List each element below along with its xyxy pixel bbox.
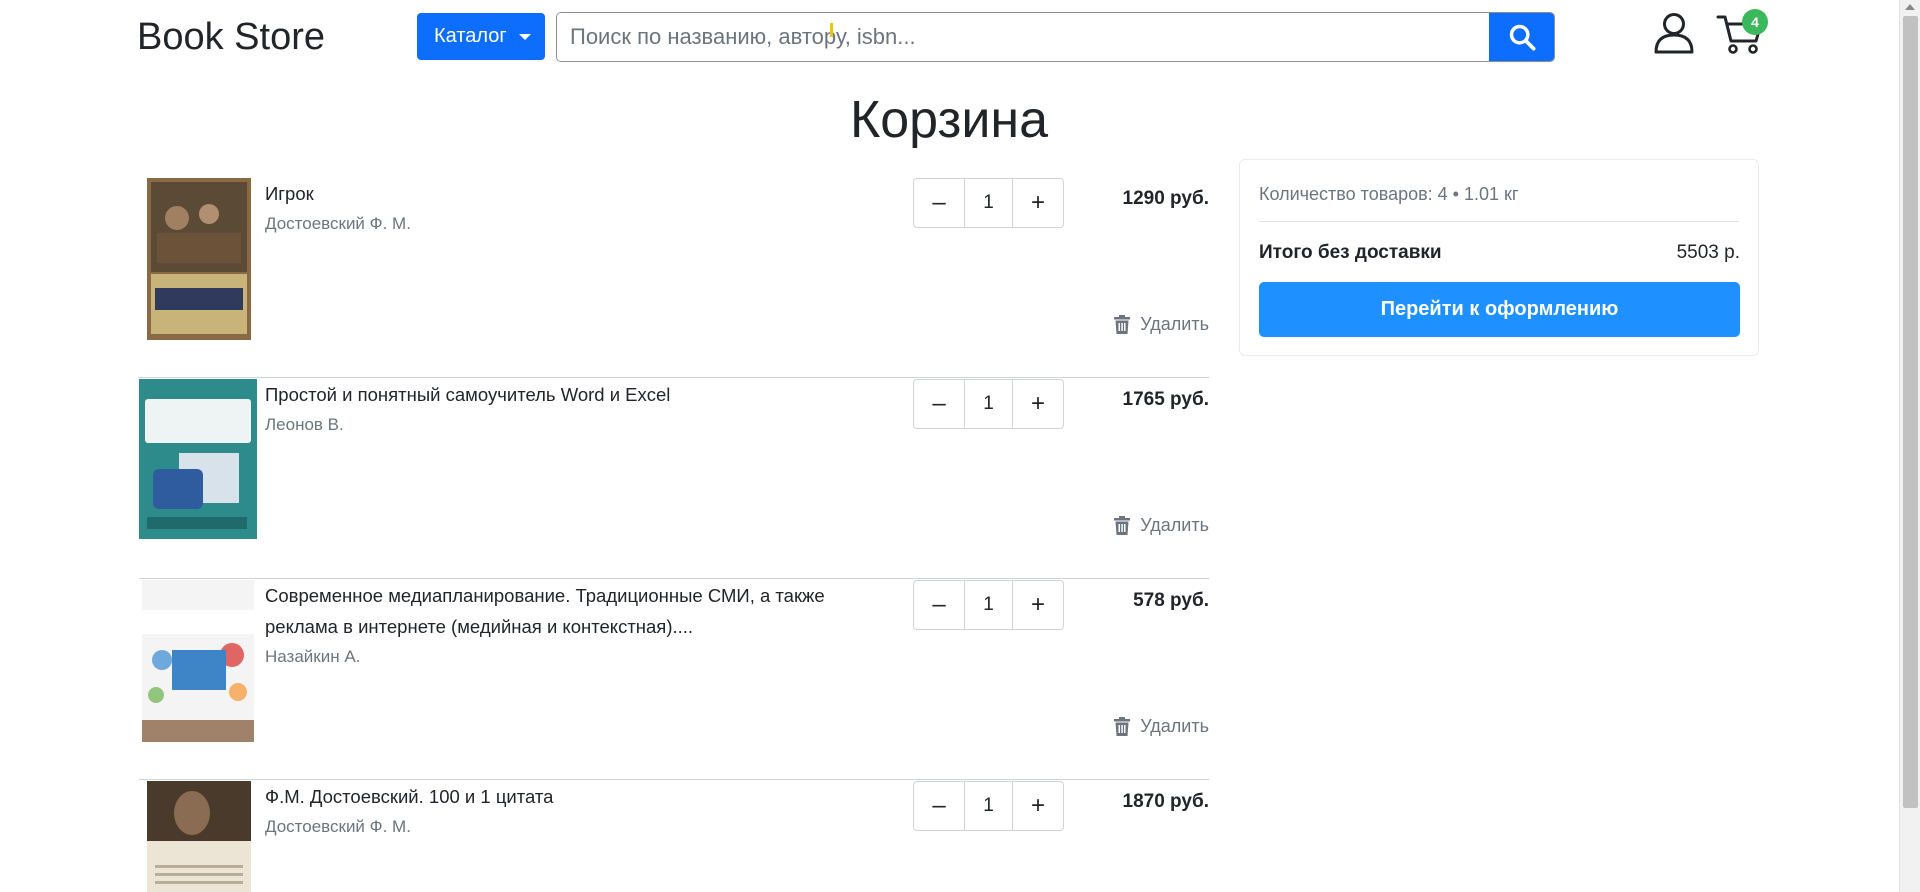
quantity-value[interactable]: 1 [964,782,1013,830]
search-button[interactable] [1489,13,1554,61]
order-summary: Количество товаров: 4 • 1.01 кг Итого бе… [1239,159,1759,356]
cart-item: Ф.М. Достоевский. 100 и 1 цитата Достоев… [139,781,1209,892]
decrease-button[interactable]: – [914,581,964,629]
decrease-button[interactable]: – [914,380,964,428]
store-logo[interactable]: Book Store [137,14,325,60]
page-title: Корзина [849,91,1049,149]
book-cover[interactable] [142,580,254,742]
divider [139,779,1209,780]
remove-button[interactable]: Удалить [1114,716,1209,737]
item-author[interactable]: Достоевский Ф. М. [265,817,411,837]
increase-button[interactable]: + [1013,179,1063,227]
book-cover[interactable] [147,178,251,340]
scroll-up-icon[interactable] [1905,4,1915,10]
quantity-value[interactable]: 1 [964,179,1013,227]
divider [139,377,1209,378]
quantity-stepper: – 1 + [913,580,1064,630]
item-price: 1870 руб. [1122,791,1209,812]
item-price: 578 руб. [1133,590,1209,611]
divider [139,578,1209,579]
decrease-button[interactable]: – [914,179,964,227]
checkout-button[interactable]: Перейти к оформлению [1259,282,1740,337]
search-bar [556,12,1555,62]
item-price: 1290 руб. [1122,188,1209,209]
increase-button[interactable]: + [1013,380,1063,428]
text-cursor [830,23,833,37]
quantity-value[interactable]: 1 [964,380,1013,428]
trash-icon [1114,717,1131,736]
search-icon [1509,24,1536,51]
book-cover[interactable] [147,781,251,892]
item-price: 1765 руб. [1122,389,1209,410]
user-icon[interactable] [1652,11,1696,55]
increase-button[interactable]: + [1013,782,1063,830]
quantity-stepper: – 1 + [913,379,1064,429]
book-cover[interactable] [139,379,257,539]
quantity-value[interactable]: 1 [964,581,1013,629]
remove-label: Удалить [1140,314,1209,334]
remove-button[interactable]: Удалить [1114,515,1209,536]
remove-button[interactable]: Удалить [1114,314,1209,335]
cart-count-badge: 4 [1742,9,1768,35]
cart-page: Book Store Каталог 4 Корзина [0,0,1920,892]
caret-down-icon [518,33,531,40]
item-title[interactable]: Игрок [265,178,825,209]
remove-label: Удалить [1140,515,1209,535]
total-label: Итого без доставки [1259,242,1442,263]
cart-item: Игрок Достоевский Ф. М. – 1 + 1290 руб. … [139,178,1209,378]
scrollbar[interactable] [1899,0,1920,892]
item-title[interactable]: Ф.М. Достоевский. 100 и 1 цитата [265,781,825,812]
cart-item: Простой и понятный самоучитель Word и Ex… [139,379,1209,579]
scroll-thumb[interactable] [1903,16,1918,808]
quantity-stepper: – 1 + [913,781,1064,831]
item-author[interactable]: Назайкин А. [265,647,360,667]
increase-button[interactable]: + [1013,581,1063,629]
remove-label: Удалить [1140,716,1209,736]
total-value: 5503 р. [1676,242,1740,263]
item-author[interactable]: Леонов В. [265,415,344,435]
item-title[interactable]: Современное медиапланирование. Традицион… [265,580,825,642]
decrease-button[interactable]: – [914,782,964,830]
item-author[interactable]: Достоевский Ф. М. [265,214,411,234]
catalog-label: Каталог [434,25,507,47]
quantity-stepper: – 1 + [913,178,1064,228]
search-input[interactable] [557,13,1489,61]
divider [1259,221,1739,222]
item-title[interactable]: Простой и понятный самоучитель Word и Ex… [265,379,825,410]
trash-icon [1114,315,1131,334]
catalog-dropdown-button[interactable]: Каталог [417,13,545,60]
cart-item: Современное медиапланирование. Традицион… [139,580,1209,780]
trash-icon [1114,516,1131,535]
items-count: Количество товаров: 4 • 1.01 кг [1259,184,1519,204]
